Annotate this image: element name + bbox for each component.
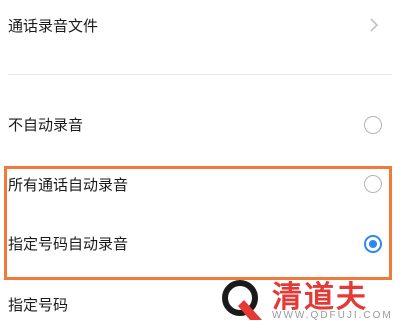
radio-button[interactable] bbox=[364, 116, 382, 134]
option-label: 不自动录音 bbox=[8, 116, 84, 134]
watermark: 清道夫 WWW.QDFUJI.COM bbox=[214, 272, 400, 330]
option-no-auto-record[interactable]: 不自动录音 bbox=[0, 104, 400, 148]
recording-files-label: 通话录音文件 bbox=[8, 17, 99, 35]
recording-files-row[interactable]: 通话录音文件 bbox=[0, 0, 400, 50]
highlight-box bbox=[4, 166, 392, 280]
watermark-logo-icon bbox=[222, 280, 262, 320]
specified-numbers-label: 指定号码 bbox=[8, 296, 69, 314]
divider bbox=[8, 74, 392, 75]
chevron-right-icon bbox=[370, 18, 379, 32]
watermark-url: WWW.QDFUJI.COM bbox=[272, 310, 393, 321]
